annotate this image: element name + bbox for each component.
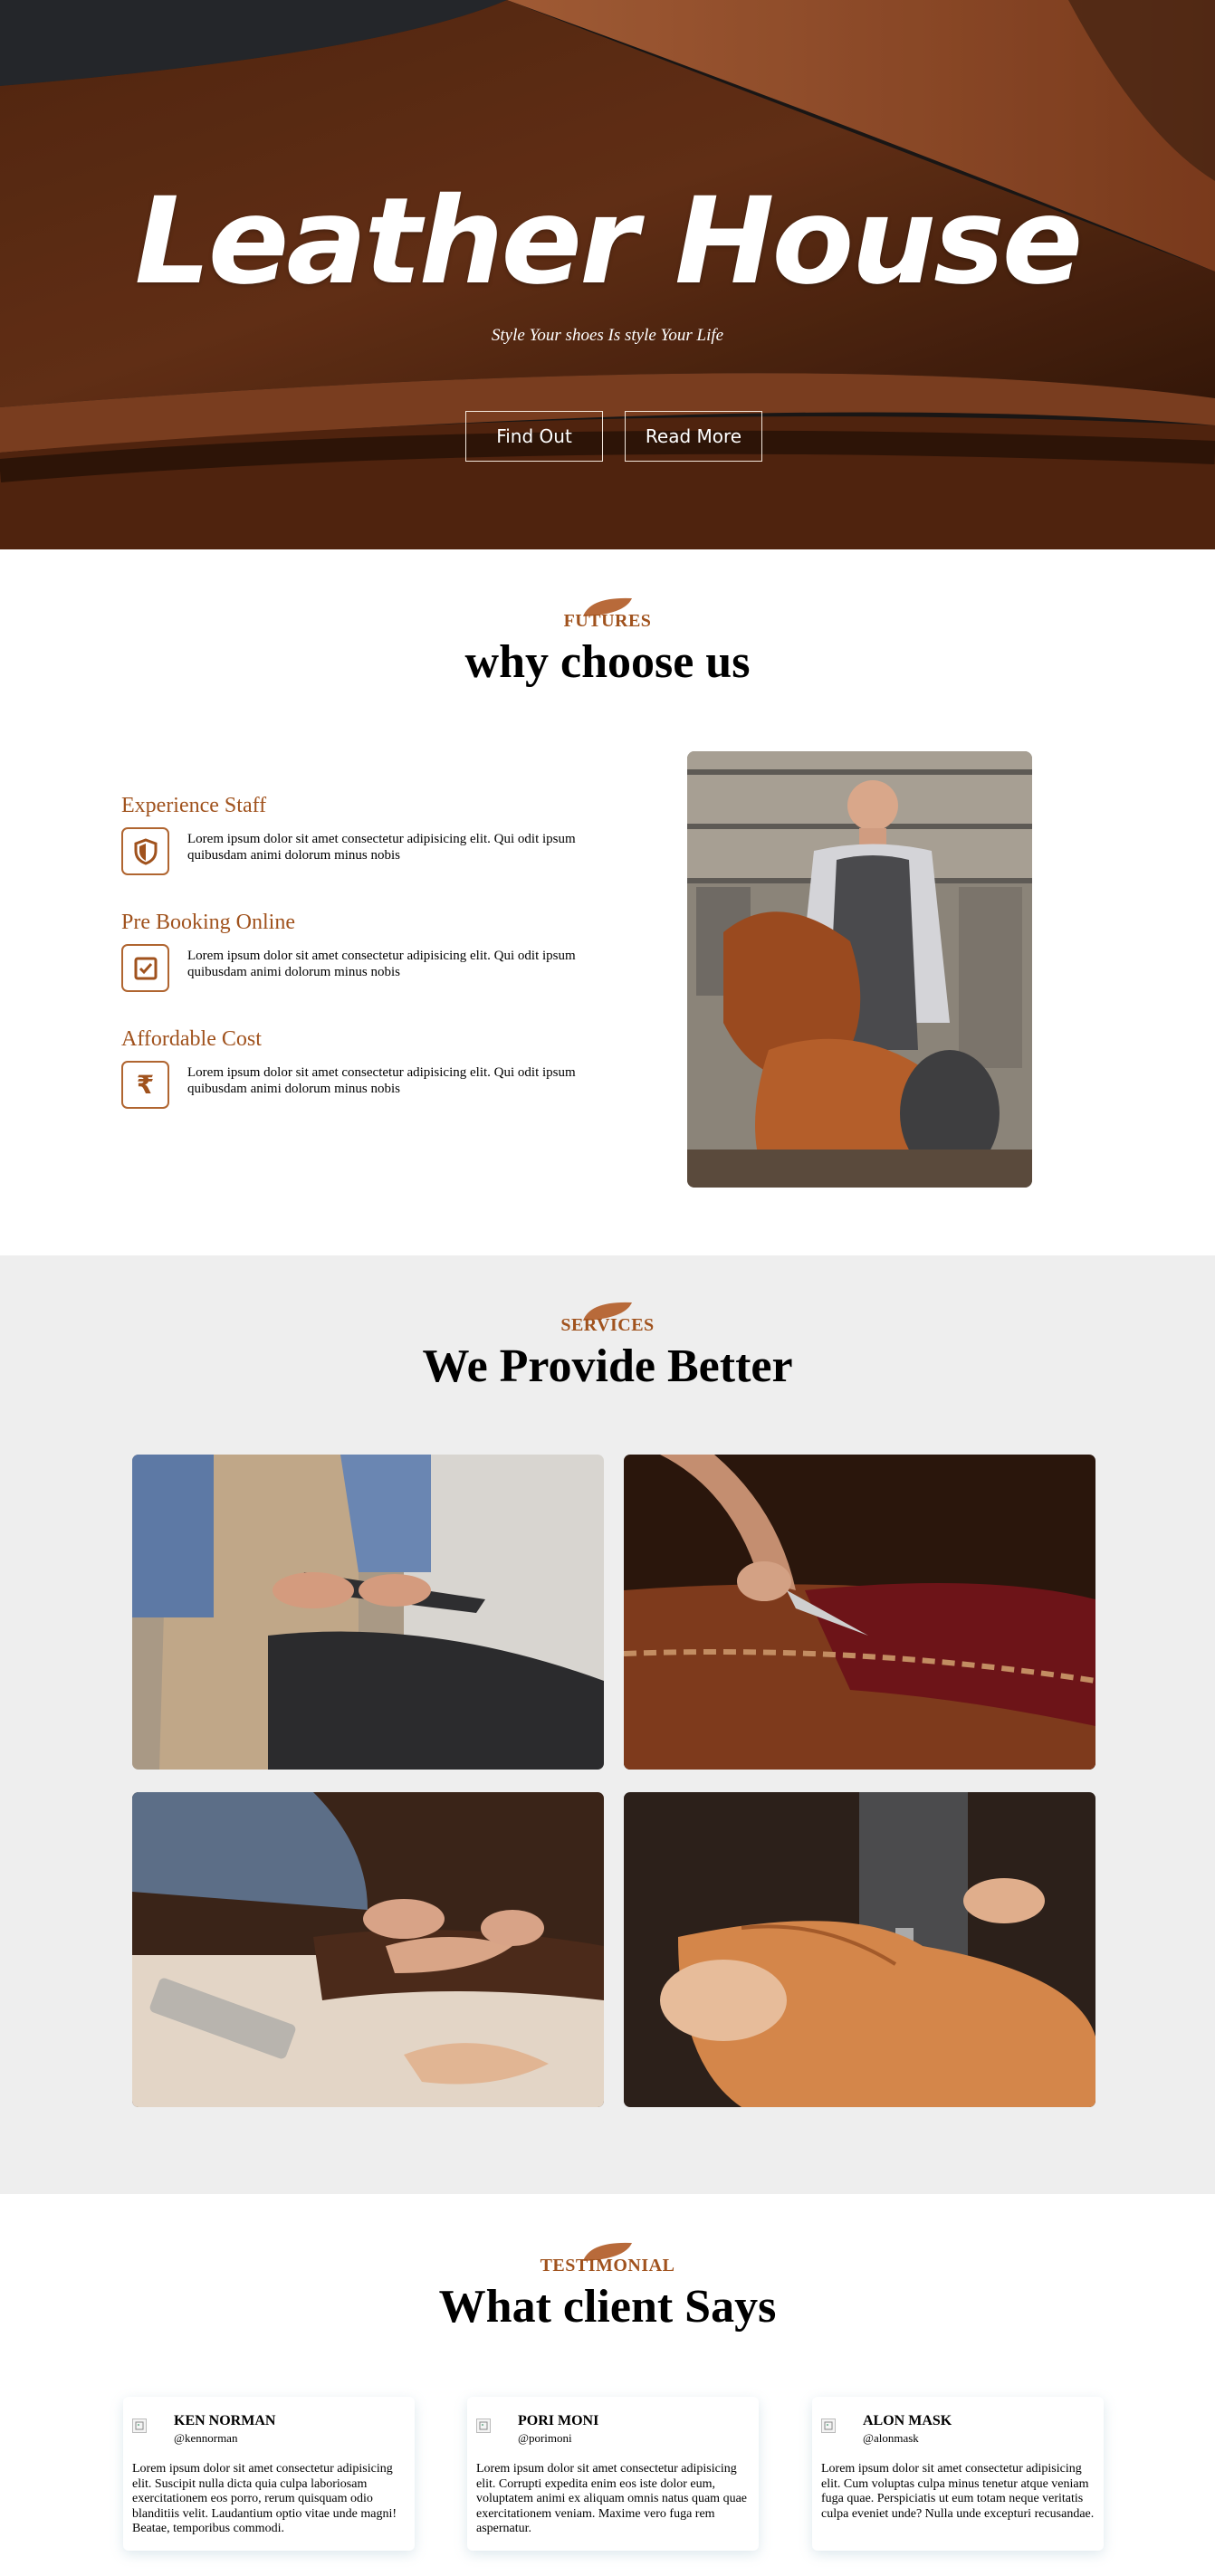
client-handle: @porimoni: [518, 2431, 572, 2445]
testimonial-card: ALON MASK @alonmask Lorem ipsum dolor si…: [812, 2397, 1104, 2551]
feature-experience-staff: Experience Staff Lorem ipsum dolor sit a…: [121, 794, 592, 875]
avatar-broken-image-icon: [132, 2419, 147, 2433]
testimonial-card: PORI MONI @porimoni Lorem ipsum dolor si…: [467, 2397, 759, 2551]
section-heading: FUTURES why choose us: [0, 595, 1215, 689]
service-photo-shaping: [132, 1792, 604, 2107]
rupee-icon: ₹: [121, 1061, 169, 1109]
craftsman-photo: [687, 751, 1032, 1188]
hero-banner: Leather House Style Your shoes Is style …: [0, 0, 1215, 549]
section-title: We Provide Better: [422, 1340, 793, 1392]
client-name: ALON MASK: [863, 2413, 952, 2428]
avatar-broken-image-icon: [476, 2419, 491, 2433]
feature-affordable-cost: Affordable Cost ₹ Lorem ipsum dolor sit …: [121, 1027, 592, 1109]
feature-text: Lorem ipsum dolor sit amet consectetur a…: [187, 832, 576, 863]
shield-icon: [121, 827, 169, 875]
feature-text: Lorem ipsum dolor sit amet consectetur a…: [187, 1065, 576, 1096]
find-out-button[interactable]: Find Out: [465, 411, 603, 462]
avatar-broken-image-icon: [821, 2419, 836, 2433]
testimonial-text: Lorem ipsum dolor sit amet consectetur a…: [821, 2462, 1095, 2521]
feature-title: Affordable Cost: [121, 1027, 262, 1051]
client-name: PORI MONI: [518, 2413, 599, 2428]
testimonial-section: TESTIMONIAL What client Says KEN NORMAN …: [0, 2194, 1215, 2576]
services-section: SERVICES We Provide Better: [0, 1255, 1215, 2194]
service-photo-stitching: [624, 1792, 1095, 2107]
feature-text: Lorem ipsum dolor sit amet consectetur a…: [187, 949, 576, 979]
testimonial-card: KEN NORMAN @kennorman Lorem ipsum dolor …: [123, 2397, 415, 2551]
service-photo-cutting: [132, 1455, 604, 1770]
why-choose-us-section: FUTURES why choose us Experience Staff L…: [0, 549, 1215, 1255]
service-photo-edging: [624, 1455, 1095, 1770]
hero-subtitle: Style Your shoes Is style Your Life: [491, 326, 724, 345]
feature-title: Pre Booking Online: [121, 911, 295, 934]
client-handle: @alonmask: [863, 2431, 919, 2445]
section-kicker: TESTIMONIAL: [540, 2256, 675, 2275]
read-more-button[interactable]: Read More: [625, 411, 762, 462]
hero-title: Leather House: [134, 172, 1084, 311]
client-name: KEN NORMAN: [174, 2413, 276, 2428]
client-handle: @kennorman: [174, 2431, 238, 2445]
section-kicker: SERVICES: [560, 1315, 655, 1335]
section-title: What client Says: [438, 2281, 777, 2333]
testimonial-text: Lorem ipsum dolor sit amet consectetur a…: [132, 2462, 397, 2535]
section-heading: TESTIMONIAL What client Says: [0, 2239, 1215, 2333]
section-heading: SERVICES We Provide Better: [0, 1299, 1215, 1393]
section-kicker: FUTURES: [563, 611, 652, 631]
feature-title: Experience Staff: [121, 794, 267, 817]
section-title: why choose us: [464, 636, 751, 688]
feature-pre-booking-online: Pre Booking Online Lorem ipsum dolor sit…: [121, 911, 592, 992]
testimonial-text: Lorem ipsum dolor sit amet consectetur a…: [476, 2462, 747, 2535]
checkbox-icon: [121, 944, 169, 992]
